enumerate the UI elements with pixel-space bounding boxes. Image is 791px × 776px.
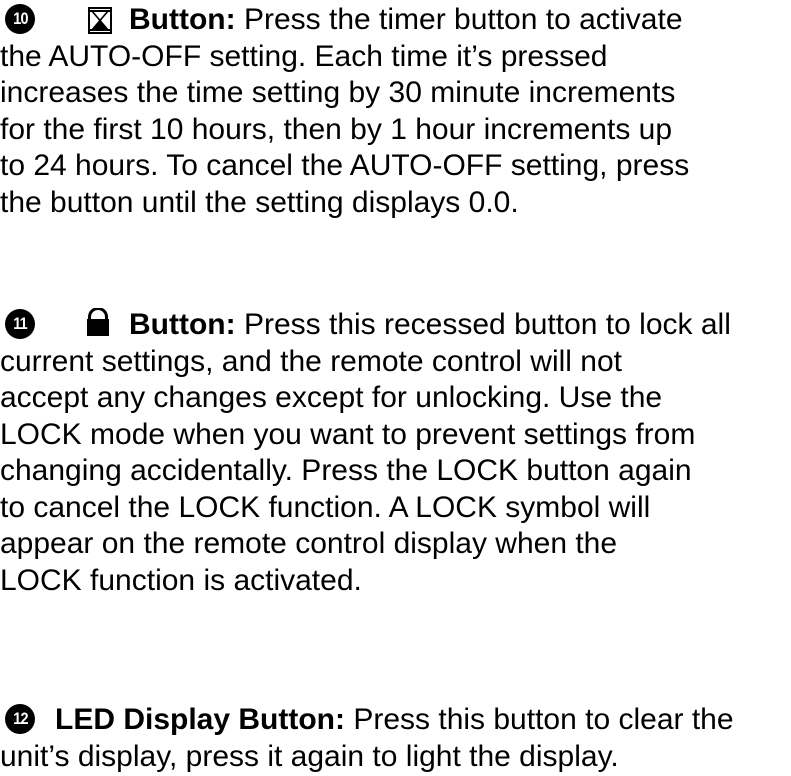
item-text-line: changing accidentally. Press the LOCK bu… [0,454,692,487]
hourglass-timer-icon [88,7,112,44]
item-text-line: the AUTO-OFF setting. Each time it’s pre… [0,39,608,73]
instruction-item-timer: 10 Button: Press the timer button to act… [0,2,791,221]
item-text-line: for the first 10 hours, then by 1 hour i… [0,112,673,146]
number-marker: 11 [5,309,35,339]
item-text-line: increases the time setting by 30 minute … [0,76,676,109]
item-first-line: 12 LED Display Button: Press this button… [0,702,791,739]
item-text-line: accept any changes except for unlocking.… [0,381,663,414]
item-heading: Button: [129,3,236,36]
instruction-item-led-display: 12 LED Display Button: Press this button… [0,702,791,775]
item-first-line: 10 Button: Press the timer button to act… [0,2,791,39]
lock-icon [86,307,110,347]
item-heading: LED Display Button: [55,703,345,736]
item-first-line-text: Press this recessed button to lock all [235,308,731,341]
item-text-line: the button until the setting displays 0.… [0,185,519,219]
item-text-line: LOCK function is activated. [0,563,362,597]
item-text-line: unit’s display, press it again to light … [0,739,619,773]
item-text-line: to cancel the LOCK function. A LOCK symb… [0,490,651,524]
item-heading: Button: [129,308,236,341]
item-text-line: current settings, and the remote control… [0,344,622,378]
item-text-line: LOCK mode when you want to prevent setti… [0,417,696,451]
number-marker: 10 [5,4,35,34]
item-first-line-text: Press the timer button to activate [235,3,683,36]
item-first-line: 11 Button: Press this recessed button to… [0,307,791,344]
item-text-line: appear on the remote control display whe… [0,527,618,560]
item-first-line-text: Press this button to clear the [345,703,734,736]
instruction-item-lock: 11 Button: Press this recessed button to… [0,307,791,599]
item-text-line: to 24 hours. To cancel the AUTO-OFF sett… [0,149,690,182]
number-marker: 12 [5,704,35,734]
